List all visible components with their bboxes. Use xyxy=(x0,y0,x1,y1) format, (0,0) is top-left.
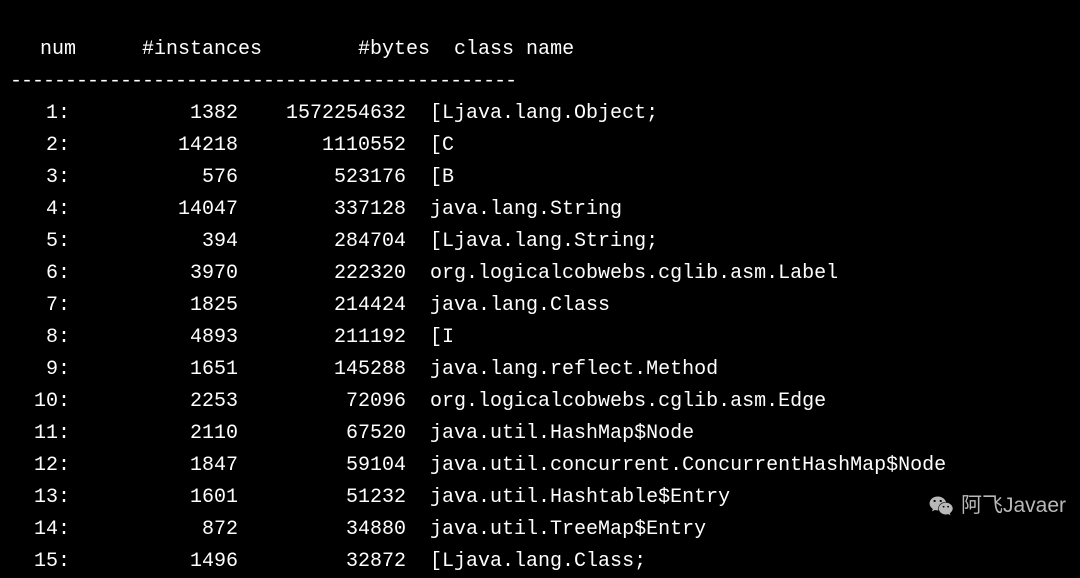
cell-bytes: 34880 xyxy=(238,514,406,546)
cell-num: 7: xyxy=(10,290,70,322)
table-row: 8:4893211192 [I xyxy=(10,322,1070,354)
cell-bytes: 1572254632 xyxy=(238,98,406,130)
header-separator: ----------------------------------------… xyxy=(10,66,1070,98)
cell-classname: [Ljava.lang.Object; xyxy=(430,98,658,130)
cell-num: 4: xyxy=(10,194,70,226)
cell-num: 15: xyxy=(10,546,70,578)
cell-classname: [Ljava.lang.String; xyxy=(430,226,658,258)
cell-bytes: 214424 xyxy=(238,290,406,322)
cell-bytes: 67520 xyxy=(238,418,406,450)
cell-instances: 872 xyxy=(70,514,238,546)
histo-table-body: 1:13821572254632[Ljava.lang.Object;2:142… xyxy=(10,98,1070,578)
cell-classname: java.lang.reflect.Method xyxy=(430,354,718,386)
cell-num: 9: xyxy=(10,354,70,386)
cell-instances: 576 xyxy=(70,162,238,194)
cell-instances: 2110 xyxy=(70,418,238,450)
table-header-row: num#instances#bytes class name xyxy=(10,2,1070,66)
cell-instances: 14047 xyxy=(70,194,238,226)
cell-num: 8: xyxy=(10,322,70,354)
table-row: 3:576523176 [B xyxy=(10,162,1070,194)
cell-bytes: 1110552 xyxy=(238,130,406,162)
cell-instances: 3970 xyxy=(70,258,238,290)
cell-num: 3: xyxy=(10,162,70,194)
cell-classname: java.lang.Class xyxy=(430,290,610,322)
cell-num: 2: xyxy=(10,130,70,162)
cell-bytes: 59104 xyxy=(238,450,406,482)
table-row: 4:14047337128 java.lang.String xyxy=(10,194,1070,226)
cell-bytes: 72096 xyxy=(238,386,406,418)
cell-classname: java.util.TreeMap$Entry xyxy=(430,514,706,546)
cell-num: 12: xyxy=(10,450,70,482)
table-row: 15:149632872 [Ljava.lang.Class; xyxy=(10,546,1070,578)
table-row: 7:1825214424 java.lang.Class xyxy=(10,290,1070,322)
table-row: 5:394284704 [Ljava.lang.String; xyxy=(10,226,1070,258)
watermark-text: 阿飞Javaer xyxy=(961,489,1066,523)
cell-classname: [C xyxy=(430,130,454,162)
cell-bytes: 284704 xyxy=(238,226,406,258)
cell-classname: java.util.HashMap$Node xyxy=(430,418,694,450)
cell-instances: 1496 xyxy=(70,546,238,578)
cell-bytes: 145288 xyxy=(238,354,406,386)
cell-instances: 1825 xyxy=(70,290,238,322)
cell-instances: 1382 xyxy=(70,98,238,130)
table-row: 11:211067520 java.util.HashMap$Node xyxy=(10,418,1070,450)
cell-instances: 1651 xyxy=(70,354,238,386)
table-row: 13:160151232 java.util.Hashtable$Entry xyxy=(10,482,1070,514)
wechat-icon xyxy=(927,494,955,518)
table-row: 6:3970222320 org.logicalcobwebs.cglib.asm… xyxy=(10,258,1070,290)
table-row: 2:142181110552 [C xyxy=(10,130,1070,162)
cell-classname: [Ljava.lang.Class; xyxy=(430,546,646,578)
cell-instances: 14218 xyxy=(70,130,238,162)
cell-num: 14: xyxy=(10,514,70,546)
cell-classname: [I xyxy=(430,322,454,354)
cell-num: 10: xyxy=(10,386,70,418)
table-row: 12:184759104 java.util.concurrent.Concurr… xyxy=(10,450,1070,482)
cell-num: 11: xyxy=(10,418,70,450)
cell-num: 5: xyxy=(10,226,70,258)
cell-classname: org.logicalcobwebs.cglib.asm.Label xyxy=(430,258,838,290)
table-row: 14:87234880 java.util.TreeMap$Entry xyxy=(10,514,1070,546)
cell-classname: java.lang.String xyxy=(430,194,622,226)
cell-num: 6: xyxy=(10,258,70,290)
cell-instances: 4893 xyxy=(70,322,238,354)
cell-classname: java.util.concurrent.ConcurrentHashMap$N… xyxy=(430,450,946,482)
col-header-bytes: #bytes xyxy=(262,34,430,66)
cell-bytes: 211192 xyxy=(238,322,406,354)
cell-instances: 1847 xyxy=(70,450,238,482)
table-row: 9:1651145288 java.lang.reflect.Method xyxy=(10,354,1070,386)
col-header-classname: class name xyxy=(454,34,574,66)
cell-num: 1: xyxy=(10,98,70,130)
cell-classname: org.logicalcobwebs.cglib.asm.Edge xyxy=(430,386,826,418)
cell-instances: 394 xyxy=(70,226,238,258)
cell-classname: java.util.Hashtable$Entry xyxy=(430,482,730,514)
watermark: 阿飞Javaer xyxy=(927,489,1066,523)
cell-bytes: 51232 xyxy=(238,482,406,514)
cell-bytes: 32872 xyxy=(238,546,406,578)
cell-instances: 1601 xyxy=(70,482,238,514)
col-header-num: num xyxy=(34,34,94,66)
cell-instances: 2253 xyxy=(70,386,238,418)
col-header-instances: #instances xyxy=(94,34,262,66)
table-row: 1:13821572254632 [Ljava.lang.Object; xyxy=(10,98,1070,130)
cell-classname: [B xyxy=(430,162,454,194)
cell-bytes: 222320 xyxy=(238,258,406,290)
cell-bytes: 337128 xyxy=(238,194,406,226)
cell-bytes: 523176 xyxy=(238,162,406,194)
cell-num: 13: xyxy=(10,482,70,514)
table-row: 10:225372096 org.logicalcobwebs.cglib.asm… xyxy=(10,386,1070,418)
